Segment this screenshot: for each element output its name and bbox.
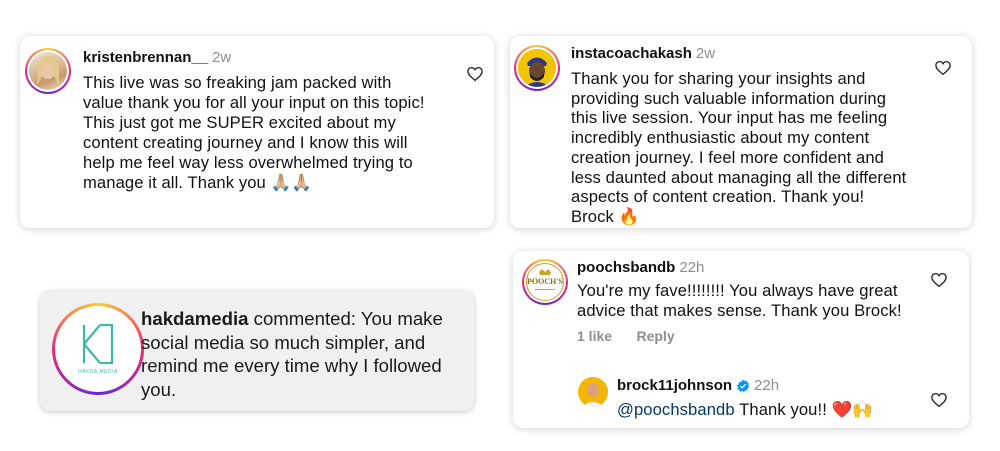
avatar-poochsbandb[interactable]: POOCH'S <box>522 259 568 305</box>
like-count[interactable]: 1 like <box>577 328 612 344</box>
username[interactable]: kristenbrennan__ <box>83 49 208 66</box>
comment-card-kristenbrennan: kristenbrennan__ 2w This live was so frea… <box>20 36 494 228</box>
reply-button[interactable]: Reply <box>636 328 674 344</box>
notification-text: hakdamedia commented: You make social me… <box>141 307 471 401</box>
comment-header: kristenbrennan__ 2w <box>83 49 231 67</box>
emoji: 🙏🏼🙏🏼 <box>270 173 313 192</box>
comment-text: This live was so freaking jam packed wit… <box>83 73 425 192</box>
avatar-brock11johnson[interactable] <box>578 377 608 407</box>
heart-icon[interactable] <box>930 391 948 409</box>
heart-icon[interactable] <box>934 59 952 77</box>
verified-badge-icon <box>736 379 750 392</box>
username[interactable]: brock11johnson <box>617 377 732 394</box>
hakda-logo-icon: HAKDA MEDIA <box>60 311 136 387</box>
timestamp: 2w <box>212 49 232 66</box>
comment-text: Thank you for sharing your insights and … <box>571 69 907 226</box>
username[interactable]: hakdamedia <box>141 308 248 329</box>
comment-header: instacoachakash 2w <box>571 45 715 63</box>
logo-text: POOCH'S <box>527 277 564 286</box>
comment-text-block: Thank you for sharing your insights and … <box>571 69 911 227</box>
comment-card-poochsbandb: POOCH'S poochsbandb 22h You're my fave!!!… <box>513 251 969 428</box>
emoji: 🔥 <box>618 206 640 226</box>
timestamp: 22h <box>679 259 705 276</box>
action-text: commented: <box>253 308 356 329</box>
comment-text-block: This live was so freaking jam packed wit… <box>83 73 433 193</box>
reply-header: brock11johnson 22h <box>617 377 779 394</box>
avatar-instacoachakash[interactable] <box>514 45 560 91</box>
mention-link[interactable]: @poochsbandb <box>617 400 735 419</box>
avatar-photo-icon <box>29 52 67 90</box>
logo-text: HAKDA MEDIA <box>78 369 118 375</box>
comment-meta: 1 like Reply <box>577 328 675 346</box>
emoji: ❤️🙌 <box>831 400 874 419</box>
avatar-photo-icon <box>518 49 556 87</box>
comment-text: You're my fave!!!!!!!! You always have g… <box>577 281 902 320</box>
timestamp: 2w <box>695 45 716 62</box>
username[interactable]: instacoachakash <box>571 45 692 62</box>
avatar-kristenbrennan[interactable] <box>25 48 71 94</box>
avatar-photo-icon <box>578 377 608 407</box>
notification-card-hakdamedia: HAKDA MEDIA hakdamedia commented: You ma… <box>40 291 474 411</box>
reply-text: Thank you!! <box>739 400 827 419</box>
heart-icon[interactable] <box>466 65 484 83</box>
comment-header: poochsbandb 22h <box>577 259 704 277</box>
reply-text-block: @poochsbandb Thank you!! ❤️🙌 <box>617 400 873 420</box>
comment-card-instacoachakash: instacoachakash 2w Thank you for sharing … <box>510 36 972 228</box>
timestamp: 22h <box>754 377 780 394</box>
heart-icon[interactable] <box>930 271 948 289</box>
avatar-hakdamedia[interactable]: HAKDA MEDIA <box>52 303 144 395</box>
username[interactable]: poochsbandb <box>577 259 675 276</box>
poochs-logo-icon: POOCH'S <box>526 263 564 301</box>
